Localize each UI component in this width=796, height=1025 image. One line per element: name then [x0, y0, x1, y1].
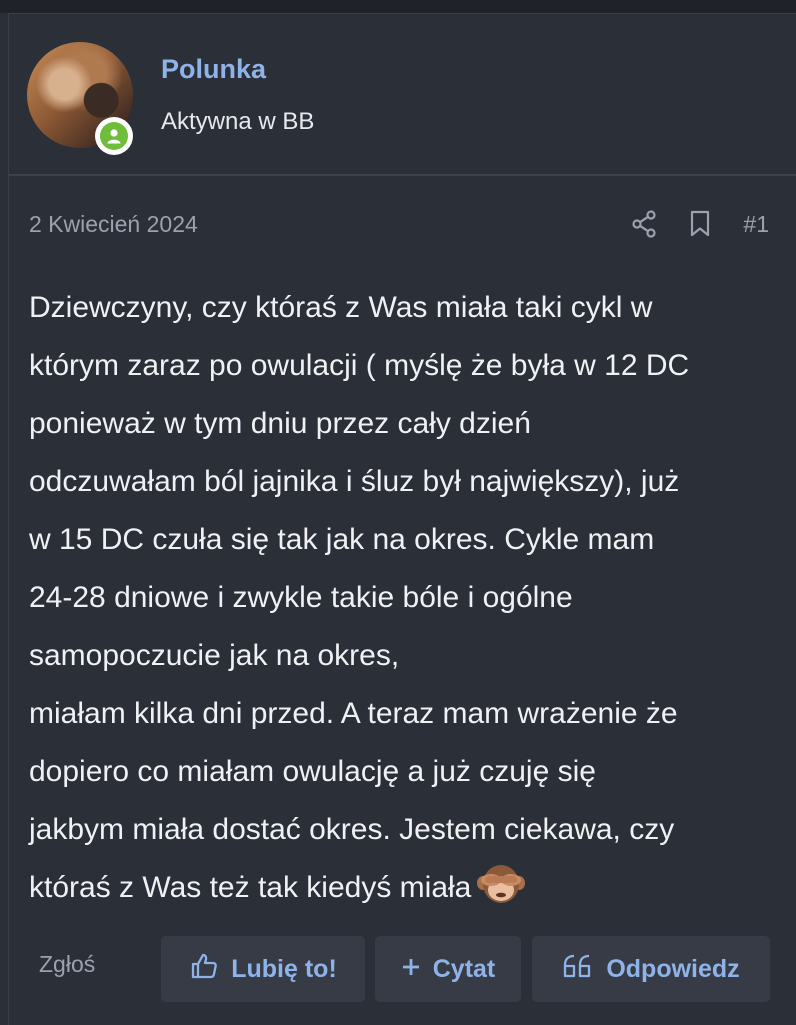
bookmark-icon[interactable]: [687, 209, 713, 239]
post-number-link[interactable]: #1: [743, 211, 769, 238]
thumbs-up-icon: [189, 951, 219, 988]
online-status-badge: [95, 117, 133, 155]
like-button-label: Lubię to!: [231, 954, 337, 983]
quote-marks-icon: [562, 953, 594, 986]
post-date[interactable]: 2 Kwiecień 2024: [29, 211, 198, 238]
post-text: Dziewczyny, czy któraś z Was miała taki …: [29, 291, 690, 904]
quote-button-label: Cytat: [432, 954, 496, 983]
author-role: Aktywna w BB: [161, 108, 315, 135]
forum-post: Polunka Aktywna w BB 2 Kwiecień 2024 #1 …: [8, 13, 796, 1025]
top-bar: [0, 0, 796, 13]
share-icon[interactable]: [631, 209, 657, 239]
author-name[interactable]: Polunka: [161, 54, 266, 85]
reply-button-label: Odpowiedz: [606, 954, 740, 983]
see-no-evil-monkey-icon: [477, 863, 526, 905]
report-link[interactable]: Zgłoś: [39, 951, 95, 978]
plus-icon: [401, 955, 421, 984]
author-header: Polunka Aktywna w BB: [9, 14, 796, 176]
quote-button[interactable]: Cytat: [375, 936, 521, 1002]
post-meta-actions: #1: [631, 208, 769, 240]
like-button[interactable]: Lubię to!: [161, 936, 365, 1002]
post-content: Dziewczyny, czy któraś z Was miała taki …: [29, 279, 779, 917]
user-online-icon: [100, 122, 128, 150]
reply-button[interactable]: Odpowiedz: [532, 936, 770, 1002]
